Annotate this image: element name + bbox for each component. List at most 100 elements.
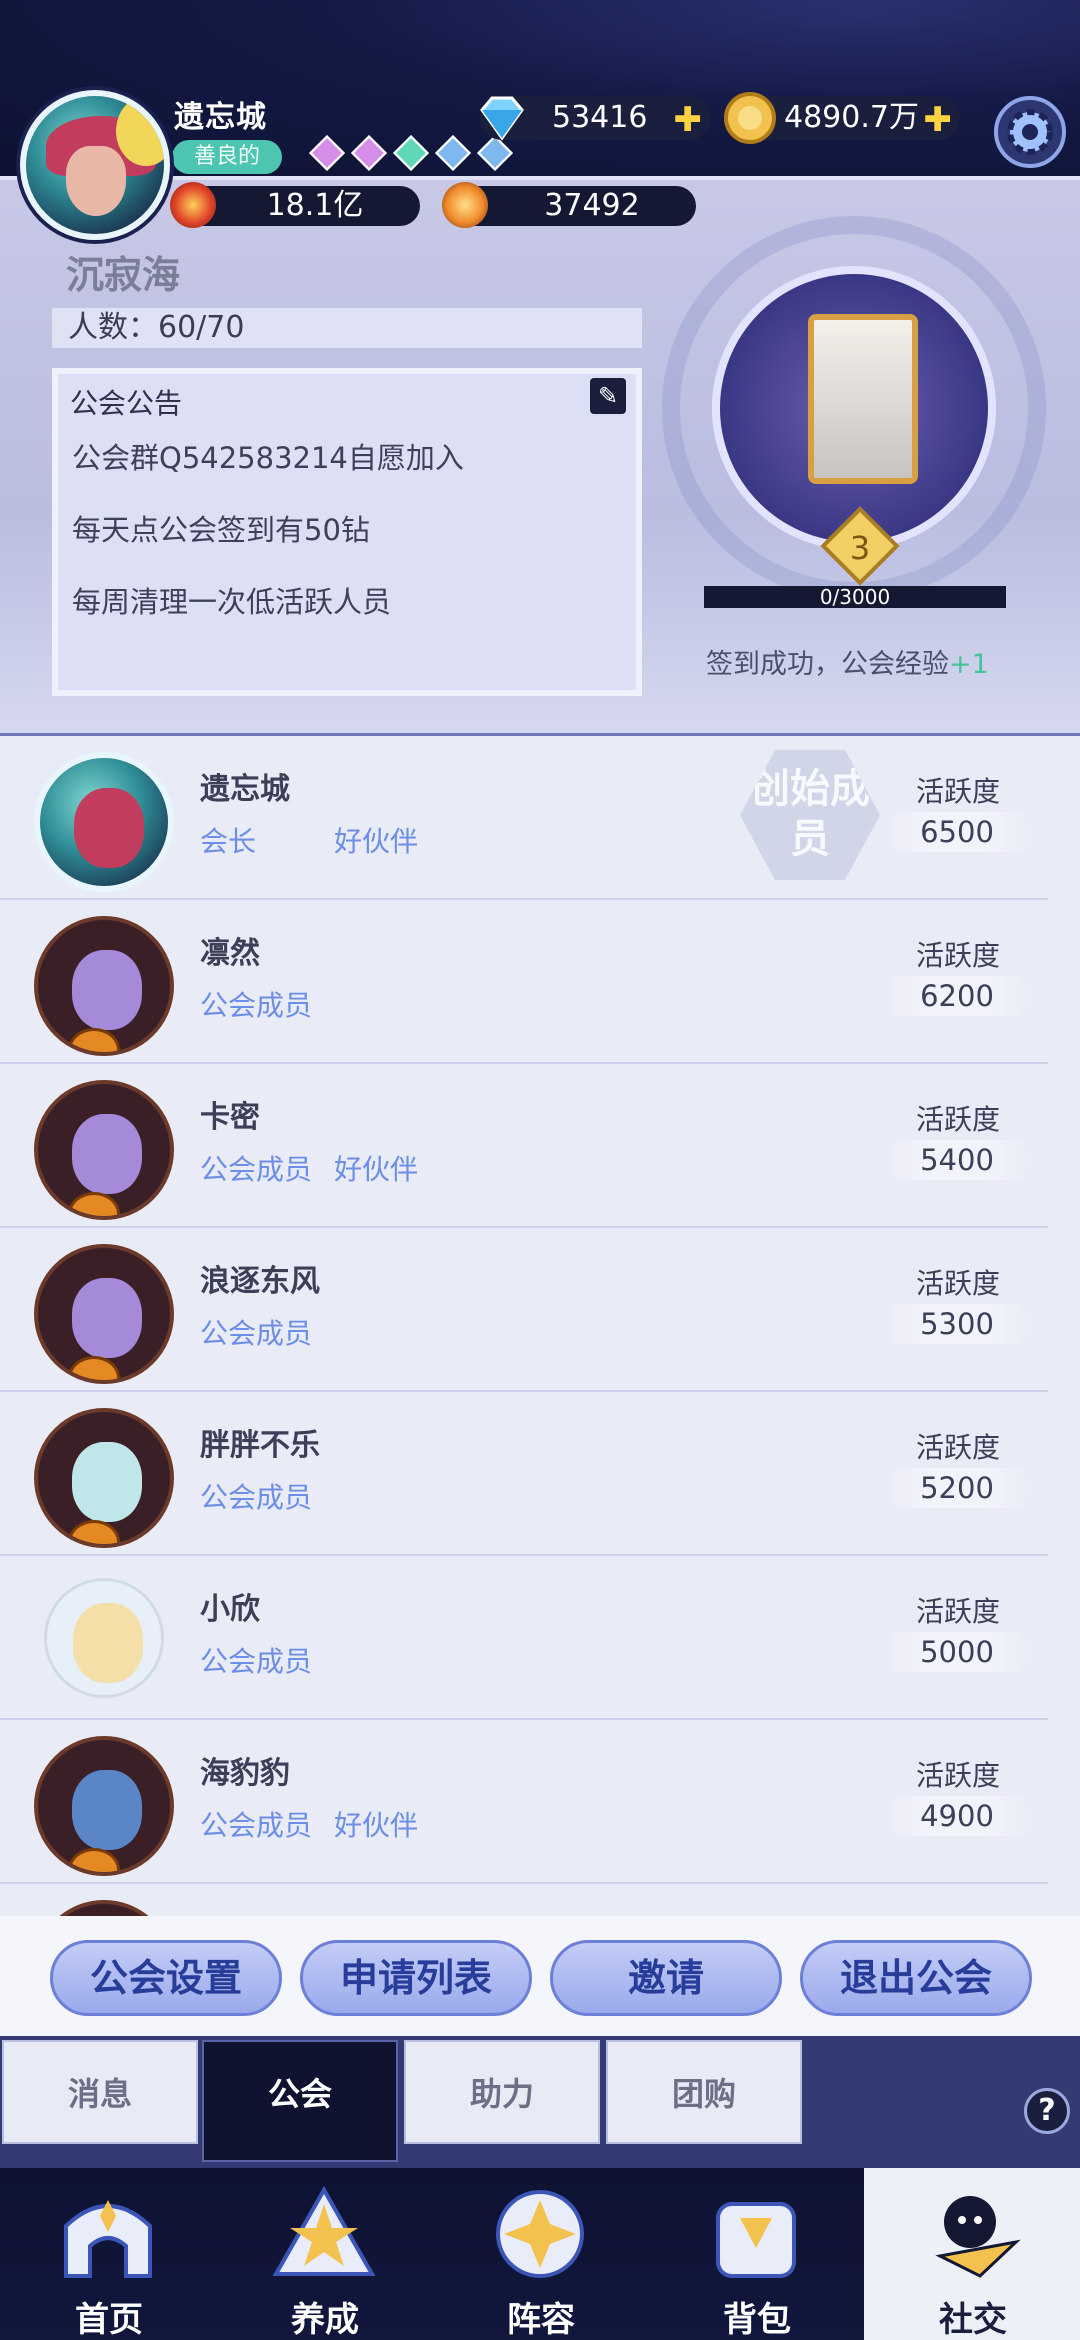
activity-value: 4900 — [880, 1796, 1034, 1836]
combat-power: 18.1亿 — [170, 182, 420, 228]
gem-icon — [308, 134, 346, 172]
nav-home[interactable]: 首页 — [0, 2168, 218, 2340]
member-list[interactable]: 遗忘城 会长 好伙伴 创始成员 活跃度 6500 凛然 公会成员 活跃度 620… — [0, 736, 1080, 1916]
checkin-status: 签到成功，公会经验+1 — [706, 642, 989, 681]
diamond-icon — [480, 96, 524, 141]
partner-tag: 好伙伴 — [334, 825, 419, 858]
member-avatar[interactable] — [34, 752, 174, 892]
member-row[interactable]: 凛然 公会成员 活跃度 6200 — [0, 900, 1048, 1064]
add-diamond-button[interactable]: ✚ — [674, 98, 703, 142]
tab-messages[interactable]: 消息 — [2, 2040, 198, 2144]
member-row[interactable]: 卡密 公会成员 好伙伴 活跃度 5400 — [0, 1064, 1048, 1228]
nav-label: 首页 — [75, 2300, 143, 2340]
activity-value: 5400 — [880, 1140, 1034, 1180]
moon-icon — [166, 1752, 170, 1798]
member-row[interactable]: 小欣 公会成员 活跃度 5000 — [0, 1556, 1048, 1720]
member-avatar[interactable] — [34, 1736, 174, 1876]
member-row[interactable]: 海豹豹 公会成员 好伙伴 活跃度 4900 — [0, 1720, 1048, 1884]
member-avatar[interactable] — [34, 916, 174, 1056]
moon-icon — [166, 932, 170, 978]
castle-icon — [64, 2200, 152, 2278]
member-name: 凛然 — [200, 936, 260, 971]
guild-info-panel: 沉寂海 人数：60/70 公会公告 ✎ 公会群Q542583214自愿加入 每天… — [0, 180, 1080, 736]
partner-tag: 好伙伴 — [334, 1153, 419, 1186]
activity-label: 活跃度 — [916, 1431, 1001, 1464]
pumpkin-icon — [68, 1848, 120, 1872]
guild-settings-button[interactable]: 公会设置 — [50, 1940, 282, 2016]
pumpkin-icon — [68, 1520, 120, 1544]
bottom-nav: 首页 养成 阵容 背包 社交 — [0, 2168, 1080, 2340]
member-row[interactable]: 胖胖不乐 公会成员 活跃度 5200 — [0, 1392, 1048, 1556]
leave-guild-button[interactable]: 退出公会 — [800, 1940, 1032, 2016]
member-avatar[interactable] — [34, 1900, 174, 1916]
nav-backpack[interactable]: 背包 — [648, 2168, 866, 2340]
player-avatar[interactable] — [20, 90, 170, 240]
moon-icon — [166, 1424, 170, 1470]
member-name: 小欣 — [200, 1592, 260, 1627]
partner-tag: 好伙伴 — [334, 1809, 419, 1842]
edit-notice-icon[interactable]: ✎ — [590, 378, 626, 414]
notice-text: 公会群Q542583214自愿加入 每天点公会签到有50钻 每周清理一次低活跃人… — [72, 422, 464, 638]
star-value: 37492 — [544, 188, 640, 223]
activity-label: 活跃度 — [916, 1103, 1001, 1136]
member-name: 遗忘城 — [200, 772, 290, 807]
alignment-badge: 善良的 — [172, 140, 283, 174]
gem-icon — [350, 134, 388, 172]
social-icon — [935, 2196, 1021, 2278]
member-avatar[interactable] — [34, 1408, 174, 1548]
guild-exp-bar: 0/3000 — [704, 586, 1006, 608]
star-icon — [442, 182, 488, 228]
member-row[interactable]: 浪逐东风 公会成员 活跃度 5300 — [0, 1228, 1048, 1392]
diamond-currency: 53416 ✚ — [480, 96, 710, 142]
help-icon[interactable]: ? — [1024, 2088, 1070, 2134]
pumpkin-icon — [68, 1028, 120, 1052]
guild-action-bar: 公会设置 申请列表 邀请 退出公会 — [0, 1916, 1080, 2036]
moon-icon — [166, 1096, 170, 1142]
invite-button[interactable]: 邀请 — [550, 1940, 782, 2016]
member-row-partial[interactable] — [0, 1884, 1048, 1916]
member-role: 公会成员 — [200, 1153, 313, 1186]
member-name: 浪逐东风 — [200, 1264, 320, 1299]
activity-value: 5300 — [880, 1304, 1034, 1344]
nav-label: 背包 — [723, 2300, 791, 2340]
guild-name: 沉寂海 — [66, 253, 181, 297]
gold-currency: 4890.7万 ✚ — [724, 92, 960, 144]
member-role: 公会成员 — [200, 989, 313, 1022]
settings-button[interactable] — [994, 96, 1066, 168]
guild-notice: 公会公告 ✎ 公会群Q542583214自愿加入 每天点公会签到有50钻 每周清… — [52, 368, 642, 696]
nav-social[interactable]: 社交 — [864, 2168, 1080, 2340]
member-role: 公会成员 — [200, 1645, 313, 1678]
application-list-button[interactable]: 申请列表 — [300, 1940, 532, 2016]
member-role: 公会成员 — [200, 1809, 313, 1842]
founder-stamp: 创始成员 — [740, 750, 880, 880]
tab-group-buy[interactable]: 团购 — [606, 2040, 802, 2144]
nav-develop[interactable]: 养成 — [216, 2168, 434, 2340]
member-role: 公会成员 — [200, 1481, 313, 1514]
partner-avatar — [116, 96, 164, 166]
guild-level: 3 — [849, 529, 871, 567]
member-avatar[interactable] — [44, 1578, 164, 1698]
tab-assist[interactable]: 助力 — [404, 2040, 600, 2144]
guild-emblem-icon — [808, 314, 918, 484]
member-avatar[interactable] — [34, 1244, 174, 1384]
tab-guild[interactable]: 公会 — [202, 2040, 398, 2162]
guild-emblem[interactable] — [712, 266, 996, 550]
member-name: 卡密 — [200, 1100, 260, 1135]
checkin-message: 签到成功，公会经验 — [706, 649, 949, 680]
member-name: 海豹豹 — [200, 1756, 290, 1791]
nav-label: 社交 — [939, 2300, 1007, 2340]
activity-label: 活跃度 — [916, 1267, 1001, 1300]
activity-value: 5000 — [880, 1632, 1034, 1672]
gold-amount: 4890.7万 — [784, 100, 919, 135]
member-role: 会长 — [200, 825, 257, 858]
nav-label: 养成 — [291, 2300, 359, 2340]
member-avatar[interactable] — [34, 1080, 174, 1220]
add-gold-button[interactable]: ✚ — [924, 98, 953, 142]
notice-title: 公会公告 — [70, 387, 183, 420]
member-row[interactable]: 遗忘城 会长 好伙伴 创始成员 活跃度 6500 — [0, 736, 1048, 900]
activity-label: 活跃度 — [916, 939, 1001, 972]
activity-label: 活跃度 — [916, 775, 1001, 808]
gear-icon — [1007, 109, 1053, 155]
backpack-icon — [716, 2202, 796, 2278]
nav-lineup[interactable]: 阵容 — [432, 2168, 650, 2340]
